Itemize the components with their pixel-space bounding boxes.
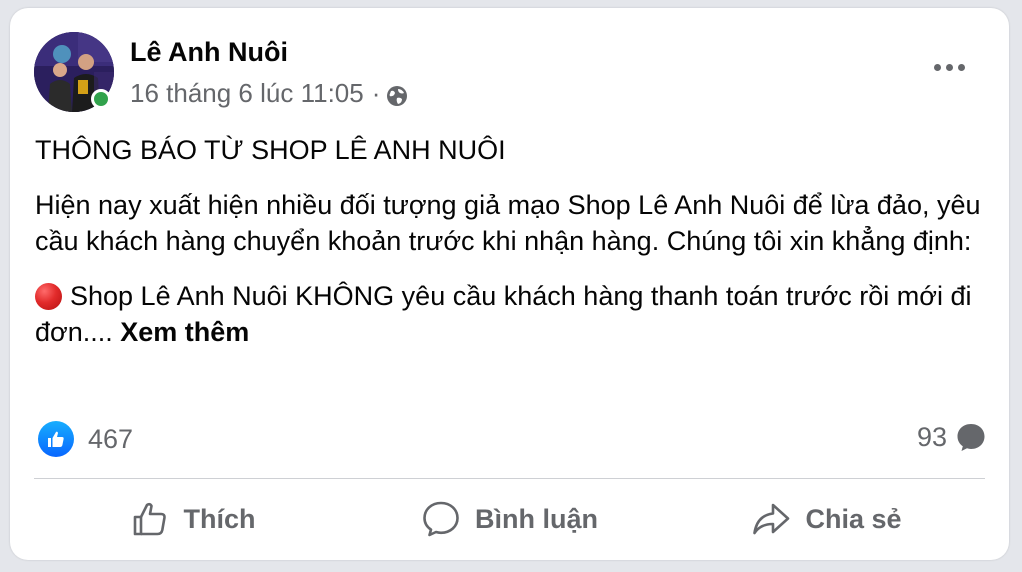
- comments-count-text: 93: [916, 421, 947, 452]
- likes-count: 467: [88, 423, 134, 454]
- more-dot-icon: [957, 63, 965, 71]
- post-card: Lê Anh Nuôi 16 tháng 6 lúc 11:05 · THÔNG…: [10, 8, 1009, 560]
- share-icon: [753, 503, 790, 535]
- red-circle-icon: [35, 283, 62, 310]
- see-more-link[interactable]: Xem thêm: [120, 317, 249, 347]
- meta-separator: ·: [371, 78, 381, 108]
- comment-bubble-icon: [957, 424, 985, 451]
- post-paragraph: Hiện nay xuất hiện nhiều đối tượng giả m…: [35, 190, 981, 256]
- author-name[interactable]: Lê Anh Nuôi: [130, 37, 288, 68]
- post-paragraph-2: Shop Lê Anh Nuôi KHÔNG yêu cầu khách hàn…: [35, 278, 985, 350]
- post-timestamp[interactable]: 16 tháng 6 lúc 11:05: [130, 78, 364, 109]
- post-meta: 16 tháng 6 lúc 11:05 ·: [130, 78, 408, 109]
- share-button-label: Chia sẻ: [805, 503, 902, 534]
- online-status-dot: [91, 89, 111, 109]
- post-title: THÔNG BÁO TỪ SHOP LÊ ANH NUÔI: [35, 135, 506, 165]
- more-dot-icon: [945, 63, 953, 71]
- more-dot-icon: [933, 63, 941, 71]
- more-options-button[interactable]: [926, 52, 972, 82]
- comments-count[interactable]: 93: [917, 421, 987, 453]
- thumbs-up-icon: [133, 502, 166, 536]
- action-bar: Thích Bình luận Chia sẻ: [34, 486, 985, 552]
- like-reaction-icon: [38, 421, 74, 457]
- globe-icon[interactable]: [386, 83, 408, 106]
- actions-divider: [34, 478, 985, 479]
- post-body: THÔNG BÁO TỪ SHOP LÊ ANH NUÔI Hiện nay x…: [35, 132, 985, 350]
- reactions-summary[interactable]: 467: [38, 421, 133, 457]
- like-button-label: Thích: [183, 503, 256, 534]
- comment-icon: [423, 501, 459, 537]
- share-button[interactable]: Chia sẻ: [668, 486, 985, 552]
- comment-button-label: Bình luận: [475, 503, 598, 534]
- like-button[interactable]: Thích: [34, 486, 351, 552]
- comment-button[interactable]: Bình luận: [351, 486, 668, 552]
